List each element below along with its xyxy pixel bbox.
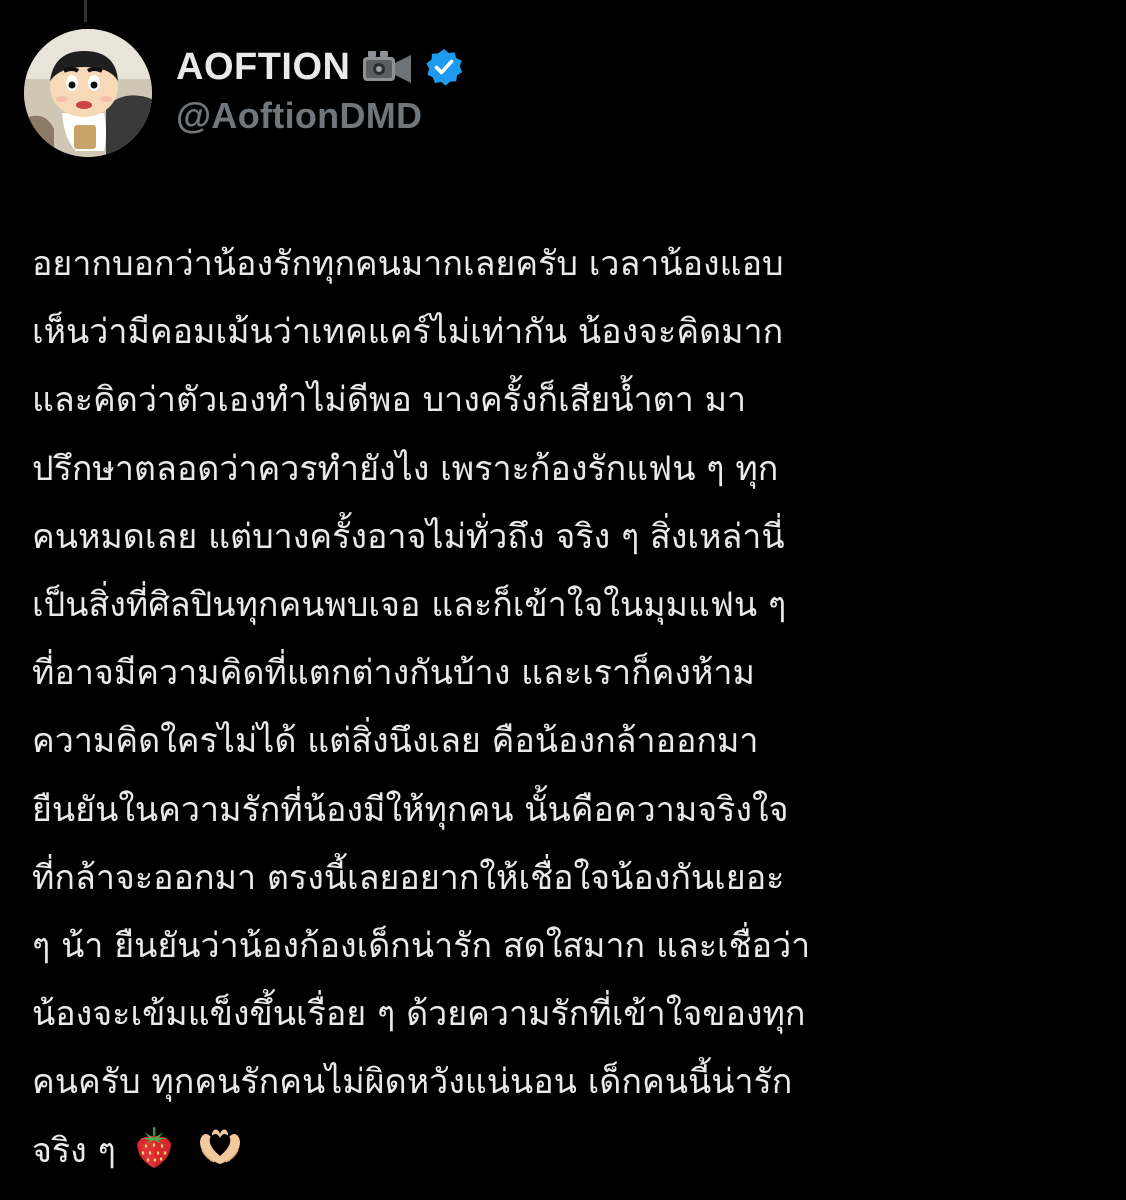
author-name-row: AOFTION — [176, 43, 464, 91]
tweet-text-line: ปรึกษาตลอดว่าควรทำยังไง เพราะก้องรักแฟน … — [32, 448, 779, 489]
author-handle[interactable]: @AoftionDMD — [176, 95, 464, 137]
tweet-text-line: ที่อาจมีความคิดที่แตกต่างกันบ้าง และเราก… — [32, 653, 755, 694]
thread-connector-line — [84, 0, 87, 22]
strawberry-icon — [136, 1127, 171, 1169]
tweet-text-last-line: จริง ๆ — [32, 1117, 1112, 1185]
tweet-text-line: เป็นสิ่งที่ศิลปินทุกคนพบเจอ และก็เข้าใจใ… — [32, 585, 787, 626]
tweet-header: AOFTION @AoftionDMD — [24, 28, 464, 158]
tweet-text-line: และคิดว่าตัวเองทำไม่ดีพอ บางครั้งก็เสียน… — [32, 380, 747, 421]
tweet-text-line: ความคิดใครไม่ได้ แต่สิ่งนึงเลย คือน้องกล… — [32, 721, 759, 762]
author-avatar[interactable] — [24, 29, 152, 157]
tweet-text-line: อยากบอกว่าน้องรักทุกคนมากเลยครับ เวลาน้อ… — [32, 244, 784, 284]
verified-badge-icon — [426, 49, 463, 86]
tweet-text-line: จริง ๆ — [32, 1130, 116, 1171]
tweet-text: อยากบอกว่าน้องรักทุกคนมากเลยครับ เวลาน้อ… — [32, 230, 1112, 1185]
heart-hands-icon — [199, 1129, 240, 1165]
tweet-text-line: ที่กล้าจะออกมา ตรงนี้เลยอยากให้เชื่อใจน้… — [32, 857, 785, 898]
tweet-text-line: ยืนยันในความรักที่น้องมีให้ทุกคน นั้นคือ… — [32, 789, 789, 830]
tweet-text-line: เห็นว่ามีคอมเม้นว่าเทคแคร์ไม่เท่ากัน น้อ… — [32, 312, 784, 353]
avatar-image — [24, 29, 152, 157]
tweet-text-line: น้องจะเข้มแข็งขึ้นเรื่อย ๆ ด้วยความรักที… — [32, 994, 806, 1035]
author-identity: AOFTION @AoftionDMD — [176, 43, 464, 137]
tweet-text-line: คนหมดเลย แต่บางครั้งอาจไม่ทั่วถึง จริง ๆ… — [32, 516, 785, 557]
author-display-name[interactable]: AOFTION — [176, 46, 350, 89]
tweet-text-line: คนครับ ทุกคนรักคนไม่ผิดหวังแน่นอน เด็กคน… — [32, 1062, 793, 1103]
video-camera-icon — [363, 51, 412, 83]
tweet-text-line: ๆ น้า ยืนยันว่าน้องก้องเด็กน่ารัก สดใสมา… — [32, 926, 811, 967]
